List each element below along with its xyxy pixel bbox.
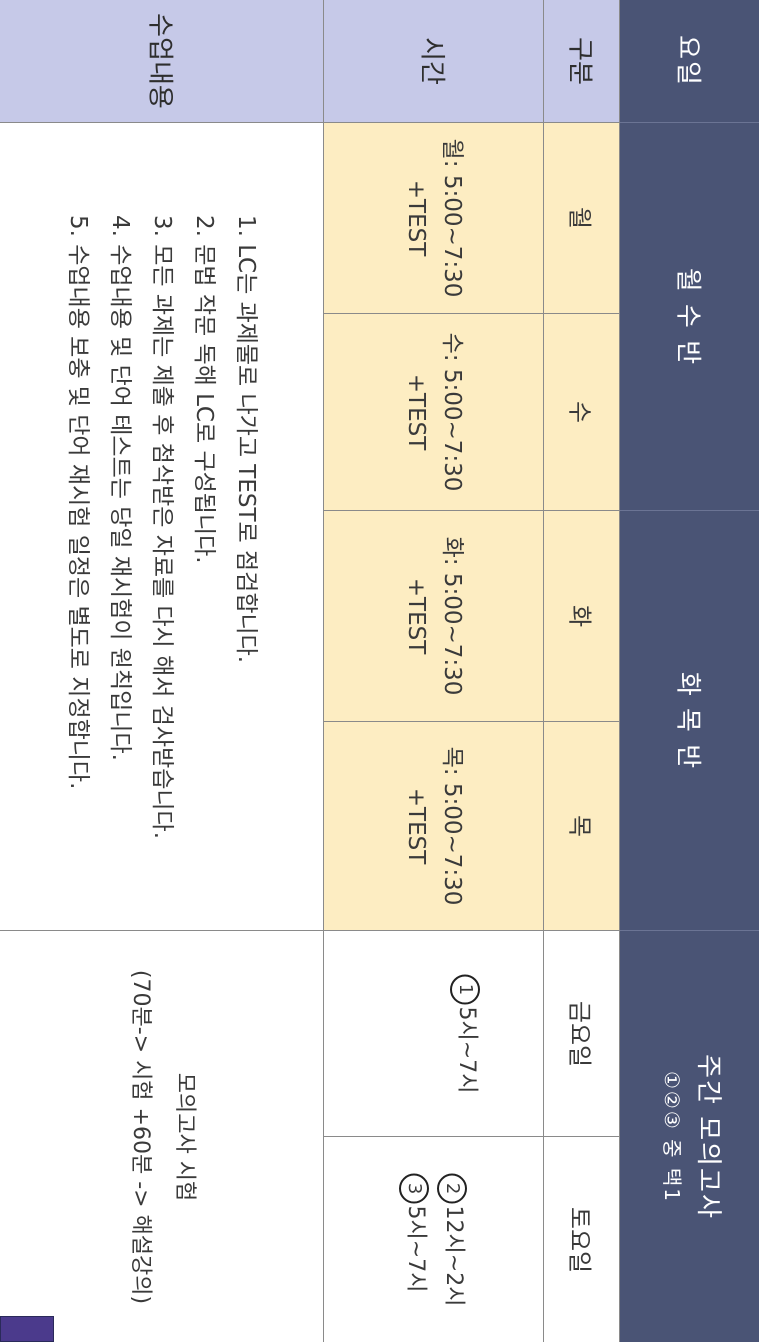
mock-exam-cell: 모의고사 시험 (70분-> 시험 +60분 -> 해설강의) — [0, 931, 323, 1342]
time-wed: 수: 5:00~7:30 +TEST — [398, 333, 470, 492]
gubun-wed-cell: 수 — [544, 314, 619, 511]
note-item: 1. LC는 과제물로 나가고 TEST로 점검합니다. — [232, 214, 259, 663]
time-fri-cell: 15시~7시 — [324, 931, 543, 1137]
content-header: 수업내용 — [144, 13, 174, 109]
time-column: 시간 월: 5:00~7:30 +TEST 수: 5:00~7:30 +TEST… — [324, 0, 544, 1342]
time-header: 시간 — [416, 37, 446, 85]
slot-1-time: 5시~7시 — [453, 1006, 479, 1093]
time-sat: 212시~2시 35시~7시 — [396, 1173, 472, 1306]
day-header: 요일 — [672, 35, 702, 87]
corner-badge — [0, 1316, 54, 1342]
time-header-cell: 시간 — [324, 0, 543, 123]
gubun-thu: 목 — [565, 814, 593, 838]
weekly-mock-group: 주간 모의고사 ①②③ 중 택1 — [654, 1054, 726, 1220]
slot-3-time: 5시~7시 — [402, 1205, 428, 1292]
time-thu-test: +TEST — [402, 787, 429, 865]
gubun-tue-cell: 화 — [544, 511, 619, 722]
slot-1-number: 1 — [449, 974, 480, 1005]
time-tue-cell: 화: 5:00~7:30 +TEST — [324, 511, 543, 722]
time-tue-test: +TEST — [402, 577, 429, 655]
time-mon-cell: 월: 5:00~7:30 +TEST — [324, 123, 543, 314]
mock-exam-title: 모의고사 시험 — [171, 1072, 197, 1201]
mon-wed-group-label: 월 수 반 — [672, 267, 702, 366]
tue-thu-group-label: 화 목 반 — [672, 671, 702, 770]
mon-wed-group-cell: 월 수 반 — [620, 123, 759, 511]
gubun-sat: 토요일 — [565, 1206, 593, 1273]
notes-cell: 1. LC는 과제물로 나가고 TEST로 점검합니다. 2. 문법 작문 독해… — [0, 123, 323, 931]
content-column: 수업내용 1. LC는 과제물로 나가고 TEST로 점검합니다. 2. 문법 … — [0, 0, 324, 1342]
day-column: 요일 월 수 반 화 목 반 주간 모의고사 ①②③ 중 택1 — [620, 0, 759, 1342]
gubun-header-cell: 구분 — [544, 0, 619, 123]
gubun-mon: 월 — [565, 206, 593, 230]
time-thu: 목: 5:00~7:30 +TEST — [398, 747, 470, 906]
day-header-cell: 요일 — [620, 0, 759, 123]
gubun-wed: 수 — [565, 400, 593, 424]
mock-exam-flow: (70분-> 시험 +60분 -> 해설강의) — [127, 969, 153, 1304]
time-mon: 월: 5:00~7:30 +TEST — [398, 139, 470, 298]
time-tue-range: 화: 5:00~7:30 — [438, 536, 465, 696]
time-wed-cell: 수: 5:00~7:30 +TEST — [324, 314, 543, 511]
note-item: 3. 모든 과제는 제출 후 첨삭받은 자료를 다시 해서 검사받습니다. — [148, 214, 175, 839]
weekly-mock-choice: ①②③ 중 택1 — [659, 1070, 684, 1203]
note-item: 5. 수업내용 보충 및 단어 재시험 일정은 별도로 지정합니다. — [64, 214, 91, 789]
notes-list: 1. LC는 과제물로 나가고 TEST로 점검합니다. 2. 문법 작문 독해… — [57, 214, 267, 838]
time-fri: 15시~7시 — [447, 974, 485, 1093]
gubun-sat-cell: 토요일 — [544, 1137, 619, 1342]
gubun-fri-cell: 금요일 — [544, 931, 619, 1137]
time-wed-test: +TEST — [402, 373, 429, 451]
slot-2-time: 12시~2시 — [440, 1205, 466, 1306]
gubun-header: 구분 — [564, 37, 594, 85]
time-wed-range: 수: 5:00~7:30 — [438, 332, 465, 492]
slot-2-number: 2 — [436, 1173, 467, 1204]
note-item: 2. 문법 작문 독해 LC로 구성됩니다. — [190, 214, 217, 564]
weekly-mock-group-cell: 주간 모의고사 ①②③ 중 택1 — [620, 931, 759, 1342]
time-mon-test: +TEST — [402, 179, 429, 257]
gubun-thu-cell: 목 — [544, 722, 619, 931]
time-sat-cell: 212시~2시 35시~7시 — [324, 1137, 543, 1342]
gubun-tue: 화 — [565, 604, 593, 628]
gubun-fri: 금요일 — [565, 1000, 593, 1067]
gubun-mon-cell: 월 — [544, 123, 619, 314]
time-tue: 화: 5:00~7:30 +TEST — [398, 537, 470, 696]
time-mon-range: 월: 5:00~7:30 — [438, 138, 465, 298]
time-thu-range: 목: 5:00~7:30 — [438, 746, 465, 906]
slot-3-number: 3 — [398, 1173, 429, 1204]
note-item: 4. 수업내용 및 단어 테스트는 당일 재시험이 원칙입니다. — [106, 214, 133, 761]
weekly-mock-title: 주간 모의고사 — [692, 1053, 723, 1220]
time-thu-cell: 목: 5:00~7:30 +TEST — [324, 722, 543, 931]
tue-thu-group-cell: 화 목 반 — [620, 511, 759, 931]
mock-exam-info: 모의고사 시험 (70분-> 시험 +60분 -> 해설강의) — [118, 969, 206, 1303]
content-header-cell: 수업내용 — [0, 0, 323, 123]
gubun-column: 구분 월 수 화 목 금요일 토요일 — [544, 0, 620, 1342]
